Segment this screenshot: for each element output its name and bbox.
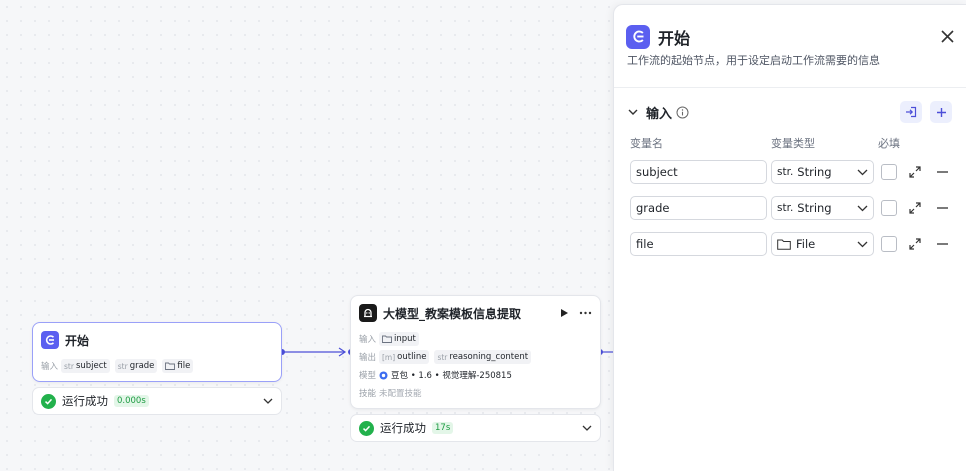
start-run-status[interactable]: 运行成功 0.000s	[32, 387, 282, 415]
variable-table-header: 变量名 变量类型 必填	[614, 132, 966, 154]
run-time-badge: 0.000s	[114, 395, 149, 407]
chevron-down-icon	[857, 169, 868, 175]
chevron-down-icon[interactable]	[582, 425, 592, 431]
panel-description: 工作流的起始节点，用于设定启动工作流需要的信息	[627, 54, 880, 67]
column-header: 变量类型	[771, 137, 815, 150]
param-chip: str reasoning_content	[434, 350, 532, 364]
variable-name-input[interactable]	[630, 196, 767, 220]
param-chip: str grade	[114, 359, 158, 373]
remove-icon[interactable]	[937, 243, 948, 245]
start-node-title: 开始	[65, 333, 90, 348]
required-checkbox[interactable]	[881, 200, 897, 216]
doubao-logo-icon	[379, 371, 388, 379]
run-play-icon[interactable]	[560, 308, 569, 318]
chevron-down-icon	[857, 205, 868, 211]
llm-node[interactable]: 大模型_教案模板信息提取 输入 input 输出 [m] outline str r…	[350, 295, 601, 409]
folder-icon	[165, 362, 176, 370]
start-node-inputs: 输入 str subject str grade file	[33, 357, 281, 375]
start-node[interactable]: 开始 输入 str subject str grade file	[32, 322, 282, 382]
folder-icon	[382, 335, 392, 343]
import-button[interactable]	[900, 101, 922, 123]
llm-node-title: 大模型_教案模板信息提取	[383, 306, 522, 321]
llm-input-row: 输入 input	[351, 330, 600, 348]
variable-name-input[interactable]	[630, 232, 767, 256]
skill-value: 未配置技能	[379, 389, 422, 399]
run-status-text: 运行成功	[380, 421, 426, 435]
chevron-down-icon	[857, 241, 868, 247]
column-header: 必填	[878, 137, 900, 150]
column-header: 变量名	[630, 137, 663, 150]
remove-icon[interactable]	[937, 171, 948, 173]
success-check-icon	[41, 393, 56, 409]
input-section-header[interactable]: 输入	[614, 92, 966, 132]
panel-title: 开始	[658, 28, 691, 48]
more-icon[interactable]	[579, 311, 592, 315]
variable-type-select[interactable]: File	[771, 232, 874, 256]
required-checkbox[interactable]	[881, 236, 897, 252]
param-chip: input	[379, 332, 419, 346]
chevron-down-icon[interactable]	[263, 398, 273, 404]
info-icon[interactable]	[676, 106, 689, 119]
expand-icon[interactable]	[909, 166, 921, 178]
run-time-badge: 17s	[432, 422, 454, 434]
llm-model-row: 模型 豆包 • 1.6 • 视觉理解-250815	[359, 371, 512, 381]
start-node-icon	[41, 331, 59, 349]
node-config-panel: 开始 工作流的起始节点，用于设定启动工作流需要的信息 输入 变量名 变量类型 必…	[613, 4, 966, 471]
variable-type-select[interactable]: str. String	[771, 196, 874, 220]
param-chip: file	[162, 359, 194, 373]
add-variable-button[interactable]	[930, 101, 952, 123]
remove-icon[interactable]	[937, 207, 948, 209]
close-icon[interactable]	[941, 30, 954, 43]
param-chip: str subject	[61, 359, 110, 373]
model-name: 豆包 • 1.6 • 视觉理解-250815	[391, 371, 512, 381]
param-chip: [m] outline	[379, 350, 430, 364]
success-check-icon	[359, 420, 374, 436]
variable-row: File	[614, 226, 966, 262]
expand-icon[interactable]	[909, 238, 921, 250]
import-icon	[906, 106, 917, 118]
variable-type-select[interactable]: str. String	[771, 160, 874, 184]
chevron-down-icon[interactable]	[628, 109, 638, 115]
variable-row: str. String	[614, 190, 966, 226]
llm-model-icon	[359, 304, 377, 322]
llm-output-row: 输出 [m] outline str reasoning_content	[351, 348, 600, 366]
expand-icon[interactable]	[909, 202, 921, 214]
section-title: 输入	[646, 106, 673, 122]
required-checkbox[interactable]	[881, 164, 897, 180]
llm-skill-row: 技能 未配置技能	[359, 389, 422, 399]
start-node-input-label: 输入	[41, 362, 59, 372]
divider	[614, 87, 966, 88]
plus-icon	[936, 107, 946, 117]
variable-name-input[interactable]	[630, 160, 767, 184]
run-status-text: 运行成功	[62, 394, 108, 408]
folder-icon	[777, 239, 791, 250]
llm-run-status[interactable]: 运行成功 17s	[350, 414, 601, 442]
start-node-icon	[626, 24, 650, 49]
variable-row: str. String	[614, 154, 966, 190]
